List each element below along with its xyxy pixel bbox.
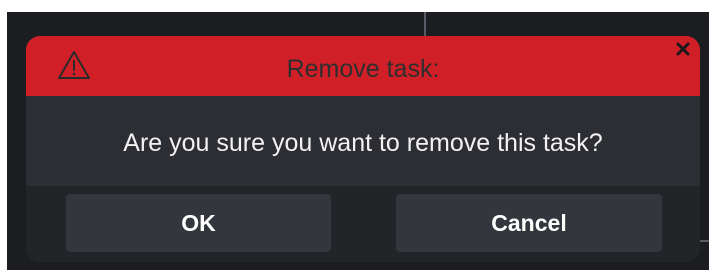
cancel-button[interactable]: Cancel	[396, 194, 662, 252]
dialog-title-bar: Remove task:	[26, 36, 700, 96]
ok-button[interactable]: OK	[66, 194, 331, 252]
dialog-title: Remove task:	[286, 55, 440, 83]
dialog-message: Are you sure you want to remove this tas…	[123, 129, 603, 157]
close-icon[interactable]	[676, 42, 690, 56]
remove-task-dialog: Remove task: Are you sure you want to re…	[26, 36, 700, 262]
dialog-footer: OK Cancel	[26, 186, 700, 262]
background-divider	[424, 12, 426, 38]
